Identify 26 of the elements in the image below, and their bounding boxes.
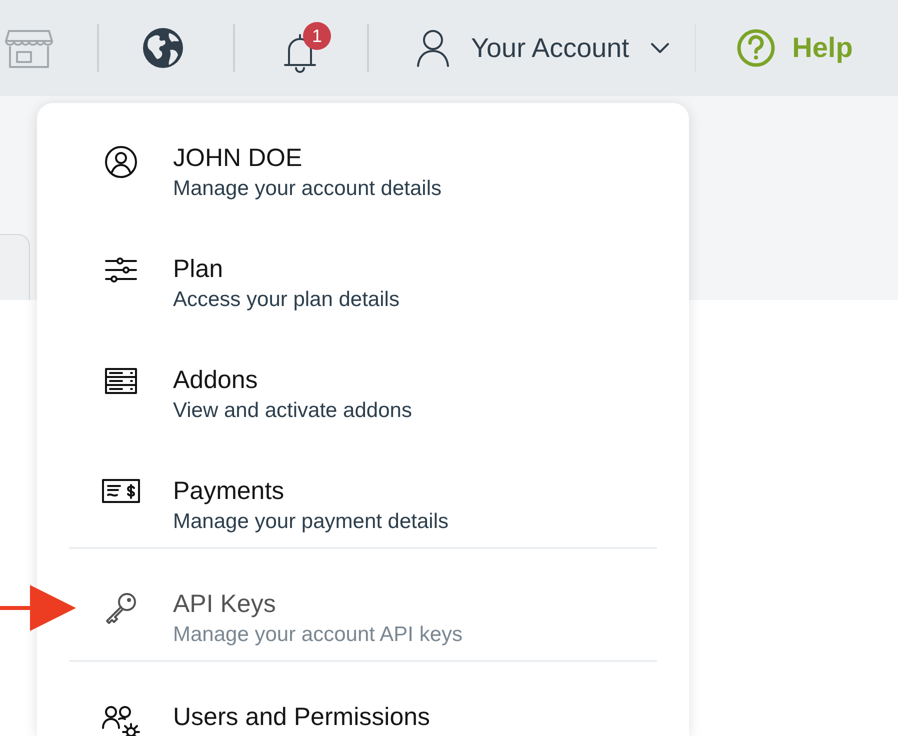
users-settings-icon [101, 704, 141, 736]
menu-item-description: Manage your payment details [173, 509, 448, 535]
tab[interactable] [0, 234, 30, 300]
menu-item-description: Manage your account API keys [173, 622, 462, 648]
key-icon [104, 591, 138, 625]
user-circle-icon [104, 145, 138, 179]
menu-item-title[interactable]: Plan [173, 254, 400, 284]
menu-item-description: View and activate addons [173, 398, 412, 424]
menu-item-title[interactable]: Addons [173, 365, 412, 395]
user-icon [415, 28, 451, 68]
sliders-icon [104, 256, 138, 284]
menu-item-title[interactable]: Users and Permissions [173, 702, 430, 732]
server-icon [104, 367, 138, 395]
menu-item-description: Access your plan details [173, 287, 400, 313]
menu-item-title[interactable]: JOHN DOE [173, 143, 442, 173]
notification-button[interactable]: 1 [283, 22, 331, 74]
account-button[interactable]: Your Account [415, 28, 672, 68]
store-icon[interactable] [5, 27, 53, 69]
notification-badge: 1 [303, 22, 331, 50]
cheque-icon [101, 478, 141, 504]
menu-item-description: Manage your account details [173, 176, 442, 202]
menu-item-title[interactable]: Payments [173, 476, 448, 506]
chevron-down-icon [649, 41, 672, 55]
help-icon [736, 28, 776, 68]
arrow-icon [0, 585, 76, 631]
globe-icon[interactable] [141, 26, 185, 70]
